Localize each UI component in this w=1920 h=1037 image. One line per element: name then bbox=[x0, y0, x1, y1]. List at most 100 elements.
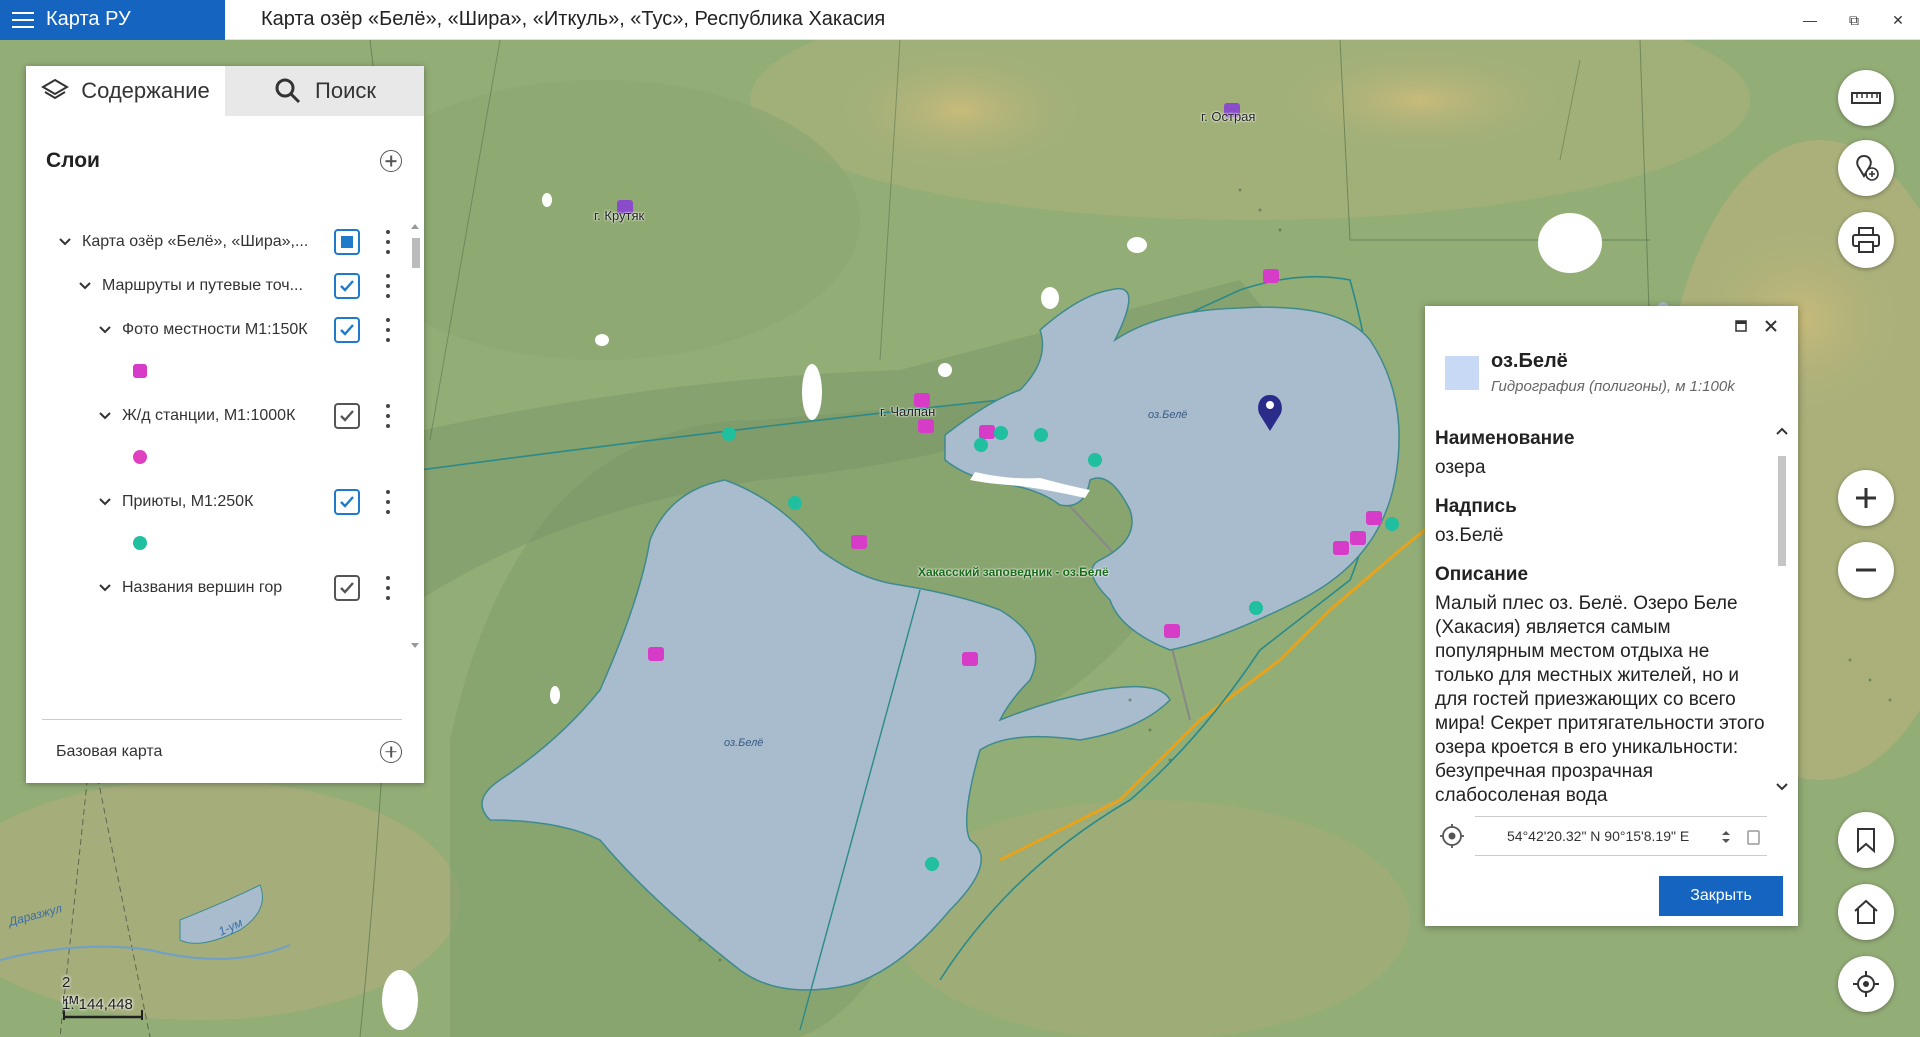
tree-item[interactable]: Приюты, М1:250К bbox=[98, 487, 332, 517]
home-icon bbox=[1854, 899, 1878, 924]
tree-item-label: Приюты, М1:250К bbox=[122, 493, 254, 510]
tree-item[interactable]: Названия вершин гор bbox=[98, 573, 332, 603]
scroll-down-icon[interactable] bbox=[410, 642, 420, 650]
check-icon bbox=[340, 496, 354, 508]
printer-icon bbox=[1852, 227, 1880, 253]
maximize-popup-icon[interactable] bbox=[1726, 316, 1756, 336]
more-icon[interactable] bbox=[385, 230, 391, 254]
restore-button[interactable]: ⧉ bbox=[1832, 0, 1876, 40]
tree-item-label: Ж/д станции, М1:1000К bbox=[122, 407, 296, 424]
crosshair-icon bbox=[1853, 971, 1879, 997]
attr-caption-label: Надпись bbox=[1435, 496, 1517, 517]
scroll-thumb[interactable] bbox=[412, 238, 420, 268]
feature-title: оз.Белё bbox=[1491, 350, 1568, 372]
layer-checkbox[interactable] bbox=[334, 575, 360, 601]
tab-contents[interactable]: Содержание bbox=[26, 66, 225, 116]
bookmark-icon bbox=[1857, 828, 1875, 853]
bookmarks-button[interactable] bbox=[1838, 812, 1894, 868]
scroll-up-icon[interactable] bbox=[410, 222, 420, 230]
minus-icon bbox=[1856, 568, 1876, 572]
layer-checkbox[interactable] bbox=[334, 317, 360, 343]
attr-description-label: Описание bbox=[1435, 564, 1529, 585]
layers-icon bbox=[41, 78, 70, 100]
tree-item[interactable]: Маршруты и путевые точ... bbox=[78, 271, 322, 301]
tree-item[interactable]: Ж/д станции, М1:1000К bbox=[98, 401, 332, 431]
panel-tabs: Содержание Поиск bbox=[26, 66, 424, 116]
label-reserve: Хакасский заповедник - оз.Белё bbox=[918, 565, 1109, 579]
coordinate-field[interactable]: 54°42'20.32" N 90°15'8.19" E bbox=[1475, 816, 1767, 856]
close-button[interactable]: Закрыть bbox=[1659, 876, 1783, 916]
popup-scroll-thumb[interactable] bbox=[1778, 456, 1786, 566]
popup-scrollbar[interactable] bbox=[1775, 426, 1789, 794]
copy-icon[interactable] bbox=[1745, 828, 1761, 846]
print-button[interactable] bbox=[1838, 212, 1894, 268]
my-location-button[interactable] bbox=[1838, 956, 1894, 1012]
chevron-down-icon[interactable] bbox=[98, 581, 112, 595]
feature-swatch bbox=[1445, 356, 1479, 390]
more-icon[interactable] bbox=[385, 404, 391, 428]
layer-checkbox[interactable] bbox=[334, 229, 360, 255]
label-lake-north: оз.Белё bbox=[1148, 409, 1188, 421]
close-popup-icon[interactable] bbox=[1756, 316, 1786, 336]
more-icon[interactable] bbox=[385, 318, 391, 342]
tab-search[interactable]: Поиск bbox=[225, 66, 424, 116]
more-icon[interactable] bbox=[385, 576, 391, 600]
layers-title: Слои bbox=[46, 149, 100, 172]
tree-item-label: Фото местности М1:150К bbox=[122, 321, 308, 338]
app-menu-button[interactable]: Карта РУ bbox=[0, 0, 225, 40]
layers-panel: Содержание Поиск Слои Карта озёр «Белё»,… bbox=[26, 66, 424, 783]
layer-tree-scrollbar[interactable] bbox=[410, 222, 420, 650]
more-icon[interactable] bbox=[385, 274, 391, 298]
photo-legend-icon bbox=[133, 364, 147, 378]
zoom-out-button[interactable] bbox=[1838, 542, 1894, 598]
layer-checkbox[interactable] bbox=[334, 489, 360, 515]
check-icon bbox=[340, 582, 354, 594]
zoom-in-button[interactable] bbox=[1838, 470, 1894, 526]
station-legend-icon bbox=[133, 450, 147, 464]
check-icon bbox=[340, 410, 354, 422]
layer-checkbox[interactable] bbox=[334, 273, 360, 299]
window-title: Карта озёр «Белё», «Шира», «Иткуль», «Ту… bbox=[261, 8, 886, 30]
close-window-button[interactable]: ✕ bbox=[1876, 0, 1920, 40]
format-toggle-icon[interactable] bbox=[1721, 829, 1731, 845]
add-basemap-icon[interactable] bbox=[380, 740, 402, 763]
tree-item[interactable]: Карта озёр «Белё», «Шира»,... bbox=[58, 227, 322, 257]
title-bar: Карта РУ Карта озёр «Белё», «Шира», «Итк… bbox=[0, 0, 1920, 40]
minimize-button[interactable]: — bbox=[1788, 0, 1832, 40]
home-button[interactable] bbox=[1838, 884, 1894, 940]
chevron-down-icon[interactable] bbox=[98, 409, 112, 423]
chevron-down-icon[interactable] bbox=[98, 495, 112, 509]
feature-attributes: Наименование озера Надпись оз.Белё Описа… bbox=[1435, 414, 1773, 806]
chevron-down-icon[interactable] bbox=[58, 235, 72, 249]
shelter-legend-icon bbox=[133, 536, 147, 550]
add-place-button[interactable] bbox=[1838, 140, 1894, 196]
more-icon[interactable] bbox=[385, 490, 391, 514]
tree-item[interactable]: Фото местности М1:150К bbox=[98, 315, 332, 345]
label-peak-ostraya: г. Острая bbox=[1201, 109, 1256, 124]
label-lake-south: оз.Белё bbox=[724, 737, 764, 749]
ruler-button[interactable] bbox=[1838, 70, 1894, 126]
check-icon bbox=[340, 280, 354, 292]
plus-icon bbox=[1856, 488, 1876, 508]
basemap-row[interactable]: Базовая карта bbox=[42, 719, 402, 771]
coordinate-row: 54°42'20.32" N 90°15'8.19" E bbox=[1439, 816, 1784, 856]
window-controls: — ⧉ ✕ bbox=[1788, 0, 1920, 40]
scale-ratio: 1: 144,448 bbox=[62, 996, 133, 1013]
basemap-label: Базовая карта bbox=[56, 742, 163, 760]
coordinate-value: 54°42'20.32" N 90°15'8.19" E bbox=[1507, 828, 1690, 844]
chevron-up-icon[interactable] bbox=[1775, 426, 1789, 436]
chevron-down-icon[interactable] bbox=[1775, 782, 1789, 792]
chevron-down-icon[interactable] bbox=[98, 323, 112, 337]
add-layer-icon[interactable] bbox=[380, 150, 402, 172]
tree-item-label: Названия вершин гор bbox=[122, 579, 283, 596]
feature-layer: Гидрография (полигоны), м 1:100k bbox=[1491, 378, 1735, 395]
layer-tree: Карта озёр «Белё», «Шира»,... Маршруты и… bbox=[26, 216, 416, 656]
add-location-icon bbox=[1856, 154, 1879, 181]
tree-item-label: Карта озёр «Белё», «Шира»,... bbox=[82, 233, 309, 250]
ruler-icon bbox=[1851, 92, 1881, 104]
attr-caption-value: оз.Белё bbox=[1435, 525, 1504, 546]
chevron-down-icon[interactable] bbox=[78, 279, 92, 293]
layer-checkbox[interactable] bbox=[334, 403, 360, 429]
target-icon[interactable] bbox=[1439, 823, 1465, 849]
label-peak-chalpan: г. Чалпан bbox=[880, 404, 936, 419]
